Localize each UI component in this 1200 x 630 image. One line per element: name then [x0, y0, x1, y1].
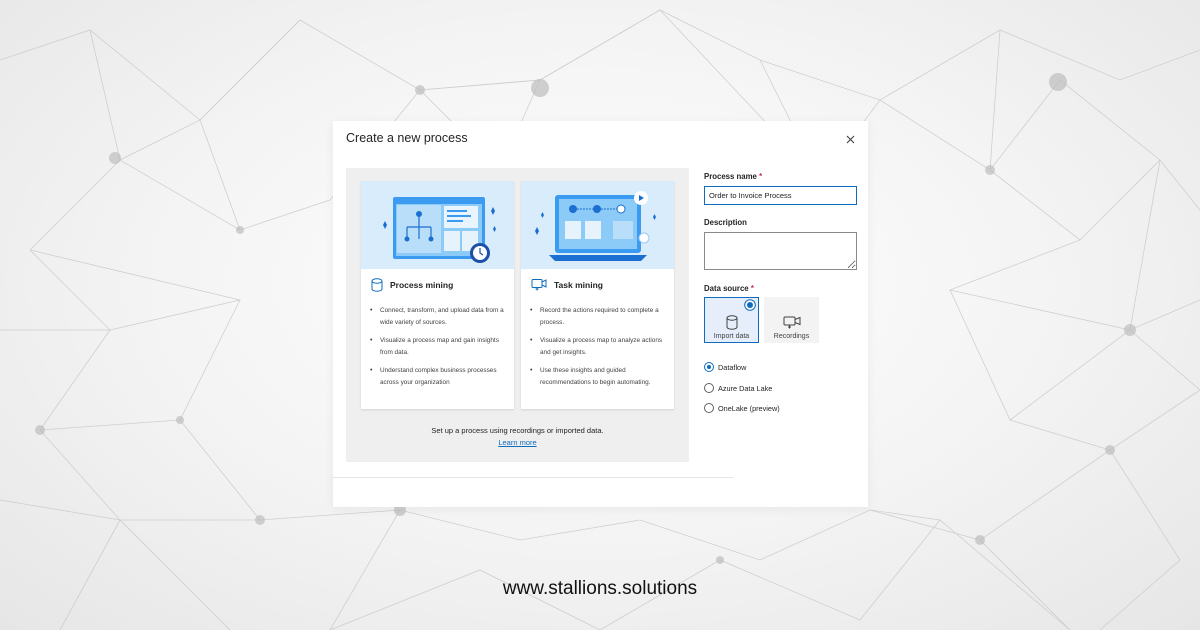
process-mining-bullets: Connect, transform, and upload data from… [370, 305, 510, 395]
radio-unchecked-icon [704, 383, 714, 393]
process-name-input[interactable] [704, 186, 857, 205]
task-mining-header: Task mining [531, 278, 603, 291]
description-field[interactable] [704, 232, 857, 270]
task-mining-illustration [521, 181, 674, 269]
description-label: Description [704, 218, 747, 227]
list-item: Use these insights and guided recommenda… [530, 365, 670, 388]
recordings-label: Recordings [773, 333, 810, 340]
task-mining-title: Task mining [554, 279, 603, 290]
learn-more-link[interactable]: Learn more [346, 438, 689, 447]
required-mark: * [750, 284, 754, 293]
screen-recording-icon [783, 316, 800, 329]
onelake-option[interactable]: OneLake (preview) [704, 403, 780, 413]
process-name-label: Process name * [704, 172, 762, 181]
close-button[interactable] [842, 131, 858, 147]
close-icon [846, 135, 854, 143]
tile-icon-wrap [765, 315, 818, 329]
selected-radio-icon [744, 299, 756, 311]
import-data-tile[interactable]: Import data [704, 297, 759, 343]
list-item: Understand complex business processes ac… [370, 365, 510, 388]
create-process-dialog: Create a new process Process mining • Co… [333, 121, 868, 507]
database-icon [726, 315, 737, 330]
screen-recording-icon [531, 279, 547, 291]
required-mark: * [759, 172, 763, 181]
radio-checked-icon [704, 362, 714, 372]
dialog-footer-divider [333, 477, 733, 478]
setup-note: Set up a process using recordings or imp… [431, 426, 604, 435]
onelake-label: OneLake (preview) [718, 403, 780, 413]
process-mining-card[interactable]: Process mining Connect, transform, and u… [361, 181, 514, 409]
radio-unchecked-icon [704, 403, 714, 413]
azure-data-lake-option[interactable]: Azure Data Lake [704, 383, 772, 393]
process-mining-header: Process mining [371, 278, 453, 292]
task-mining-bullets: Record the actions required to complete … [530, 305, 670, 395]
list-item: Visualize a process map and gain insight… [370, 335, 510, 358]
database-icon [371, 278, 383, 292]
process-mining-title: Process mining [390, 280, 454, 290]
dataflow-label: Dataflow [718, 362, 747, 372]
data-source-label: Data source * [704, 284, 754, 293]
process-mining-illustration [361, 181, 514, 269]
tile-icon-wrap [705, 315, 758, 330]
data-source-label-text: Data source [704, 284, 749, 293]
process-name-label-text: Process name [704, 172, 757, 181]
list-item: Connect, transform, and upload data from… [370, 305, 510, 328]
dialog-title: Create a new process [346, 131, 468, 145]
process-type-panel: Process mining Connect, transform, and u… [346, 168, 689, 462]
azure-data-lake-label: Azure Data Lake [718, 383, 773, 393]
import-data-label: Import data [713, 333, 750, 340]
list-item: Record the actions required to complete … [530, 305, 670, 328]
recordings-tile[interactable]: Recordings [764, 297, 819, 343]
list-item: Visualize a process map to analyze actio… [530, 335, 670, 358]
task-mining-card[interactable]: Task mining Record the actions required … [521, 181, 674, 409]
website-url: www.stallions.solutions [502, 578, 698, 599]
dataflow-option[interactable]: Dataflow [704, 362, 746, 372]
